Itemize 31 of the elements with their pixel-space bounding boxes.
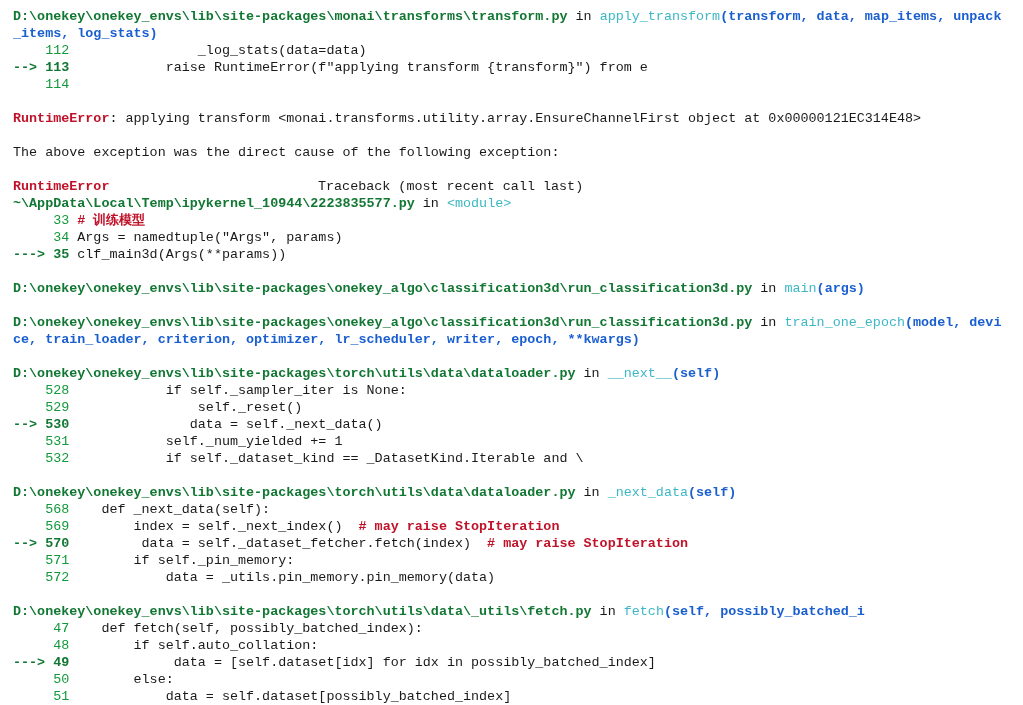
code-line: 531 self._num_yielded += 1 <box>44 433 344 450</box>
file-location-line: D:\onekey\onekey_envs\lib\site-packages\torch\utils\data\_utils\fetch.py in fetch(self, possibly_batched_i <box>13 603 866 620</box>
error-message: RuntimeError: applying transform <monai.transforms.utility.array.EnsureChannelFirst object at 0x00000121EC314E48> <box>13 110 923 127</box>
code-line: 50 else: <box>52 671 175 688</box>
file-location-line: D:\onekey\onekey_envs\lib\site-packages\torch\utils\data\dataloader.py in __next__(self) <box>13 365 722 382</box>
code-line: 51 data = self.dataset[possibly_batched_index] <box>52 688 513 705</box>
code-line: 34 Args = namedtuple("Args", params) <box>52 229 344 246</box>
code-line: 33 # 训练模型 <box>52 212 147 229</box>
traceback-header: RuntimeError Traceback (most recent call last) <box>13 178 585 195</box>
code-line: ---> 49 data = [self.dataset[idx] for idx in possibly_batched_index] <box>13 654 657 671</box>
code-line: 528 if self._sampler_iter is None: <box>44 382 408 399</box>
code-line: 568 def _next_data(self): <box>44 501 272 518</box>
exception-note: The above exception was the direct cause of the following exception: <box>13 144 561 161</box>
code-line: 571 if self._pin_memory: <box>44 552 296 569</box>
file-location-line: D:\onekey\onekey_envs\lib\site-packages\torch\utils\data\dataloader.py in _next_data(self) <box>13 484 738 501</box>
file-location-line: D:\onekey\onekey_envs\lib\site-packages\monai\transforms\transform.py in apply_transform(transform, data, map_items, unpack_items, log_stats) <box>13 8 1003 42</box>
file-location-line: D:\onekey\onekey_envs\lib\site-packages\onekey_algo\classification3d\run_classification3d.py in main(args) <box>13 280 866 297</box>
code-line: 47 def fetch(self, possibly_batched_index): <box>52 620 424 637</box>
code-line: 532 if self._dataset_kind == _DatasetKind.Iterable and \ <box>44 450 585 467</box>
code-line: --> 113 raise RuntimeError(f"applying transform {transform}") from e <box>13 59 649 76</box>
code-line: 112 _log_stats(data=data) <box>44 42 368 59</box>
code-line: 114 <box>44 76 71 93</box>
file-location-line: ~\AppData\Local\Temp\ipykernel_10944\2223835577.py in <module> <box>13 195 513 212</box>
code-line: 569 index = self._next_index() # may raise StopIteration <box>44 518 561 535</box>
code-line: --> 570 data = self._dataset_fetcher.fetch(index) # may raise StopIteration <box>13 535 689 552</box>
code-line: 529 self._reset() <box>44 399 304 416</box>
code-line: ---> 35 clf_main3d(Args(**params)) <box>13 246 288 263</box>
code-line: 572 data = _utils.pin_memory.pin_memory(data) <box>44 569 497 586</box>
code-line: --> 530 data = self._next_data() <box>13 416 384 433</box>
code-line: 48 if self.auto_collation: <box>52 637 320 654</box>
file-location-line: D:\onekey\onekey_envs\lib\site-packages\onekey_algo\classification3d\run_classification3d.py in train_one_epoch(model, device, train_loader, criterion, optimizer, lr_scheduler, writer, epoch, **kwargs) <box>13 314 1003 348</box>
